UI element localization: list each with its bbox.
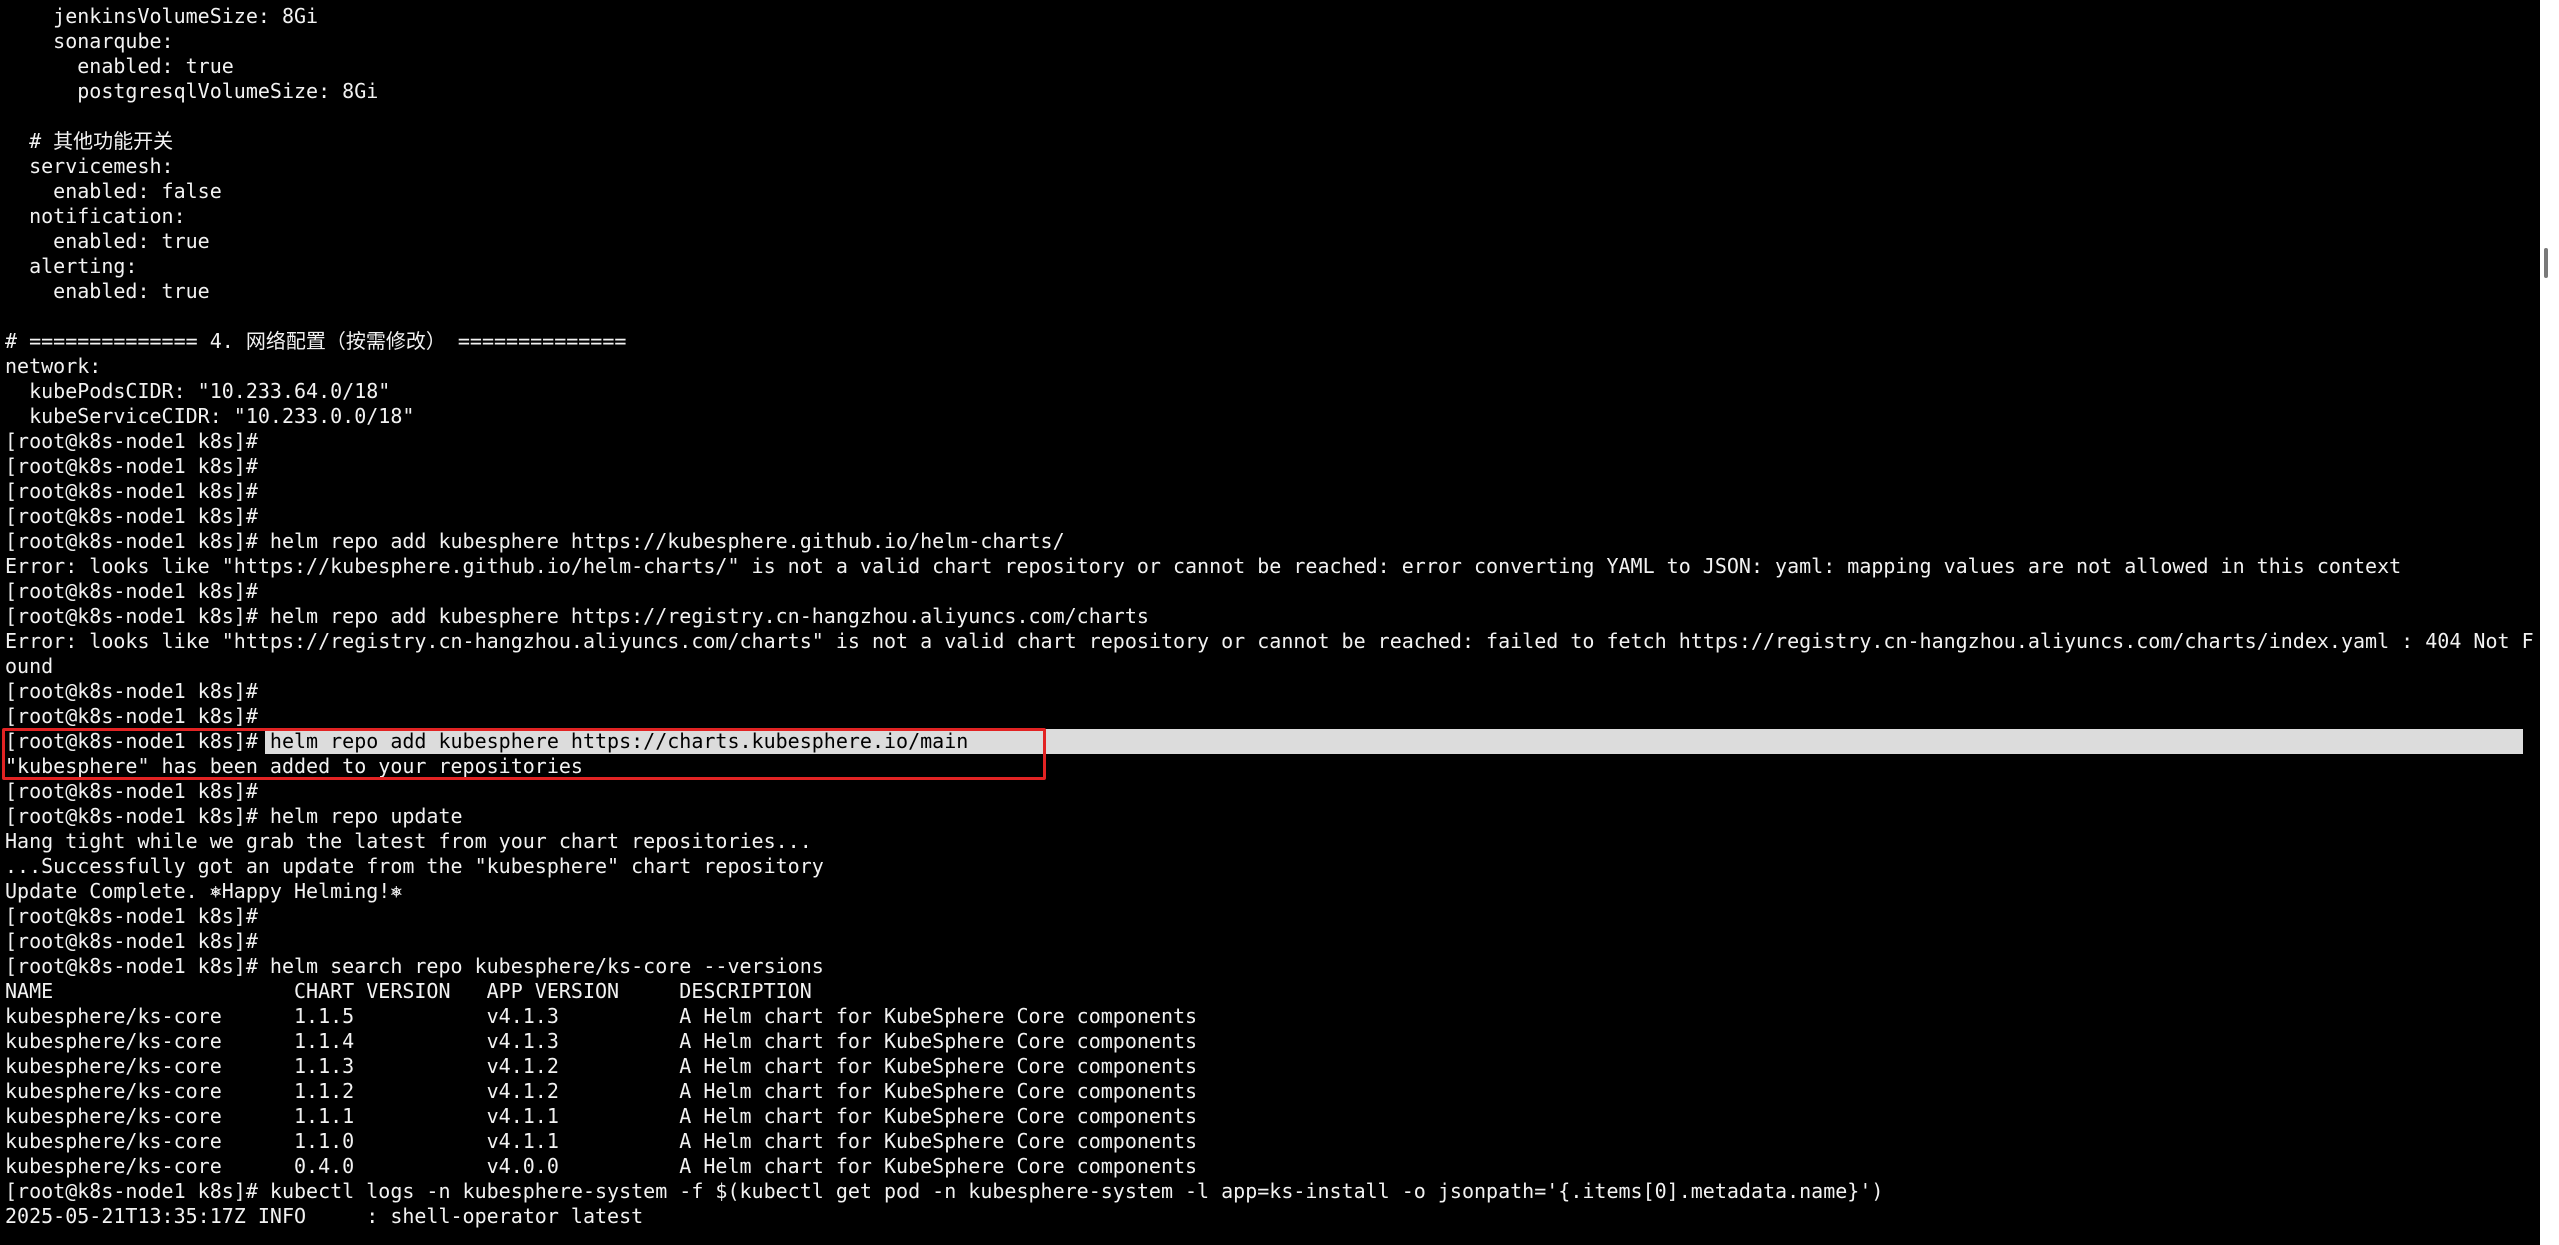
terminal-line: Hang tight while we grab the latest from… (5, 829, 812, 853)
terminal-line: postgresqlVolumeSize: 8Gi (5, 79, 379, 103)
terminal-line: enabled: false (5, 179, 222, 203)
terminal-line: # ============== 4. 网络配置（按需修改） =========… (5, 329, 627, 353)
terminal-line: [root@k8s-node1 k8s]# (5, 479, 258, 503)
terminal-line: [root@k8s-node1 k8s]# (5, 704, 258, 728)
terminal-line: [root@k8s-node1 k8s]# (5, 504, 258, 528)
terminal-line: ound (5, 654, 54, 678)
selected-command-line[interactable]: [root@k8s-node1 k8s]# helm repo add kube… (0, 729, 2523, 754)
terminal-line: [root@k8s-node1 k8s]# (5, 429, 258, 453)
terminal-line: kubesphere/ks-core 1.1.3 v4.1.2 A Helm c… (5, 1054, 1198, 1078)
selected-command-text[interactable]: helm repo add kubesphere https://charts.… (270, 729, 968, 753)
terminal-line: kubesphere/ks-core 1.1.5 v4.1.3 A Helm c… (5, 1004, 1198, 1028)
terminal-line: enabled: true (5, 279, 210, 303)
terminal-line: servicemesh: (5, 154, 174, 178)
terminal-line: [root@k8s-node1 k8s]# helm repo add kube… (5, 604, 1149, 628)
terminal-line: [root@k8s-node1 k8s]# (5, 579, 258, 603)
terminal-line: kubePodsCIDR: "10.233.64.0/18" (5, 379, 391, 403)
terminal-line: kubesphere/ks-core 1.1.2 v4.1.2 A Helm c… (5, 1079, 1198, 1103)
terminal-line: [root@k8s-node1 k8s]# (5, 779, 258, 803)
terminal-line: notification: (5, 204, 186, 228)
terminal-line: "kubesphere" has been added to your repo… (5, 754, 583, 778)
terminal-line: kubesphere/ks-core 1.1.1 v4.1.1 A Helm c… (5, 1104, 1198, 1128)
terminal-line: enabled: true (5, 54, 234, 78)
terminal-line: kubesphere/ks-core 0.4.0 v4.0.0 A Helm c… (5, 1154, 1198, 1178)
terminal-line: Update Complete. ⎈Happy Helming!⎈ (5, 879, 403, 903)
terminal-line: jenkinsVolumeSize: 8Gi (5, 4, 319, 28)
terminal-line: network: (5, 354, 102, 378)
terminal-line: Error: looks like "https://kubesphere.gi… (5, 554, 2402, 578)
vertical-scrollbar[interactable] (2540, 0, 2559, 1245)
terminal-line: [root@k8s-node1 k8s]# (5, 679, 258, 703)
terminal-line: NAME CHART VERSION APP VERSION DESCRIPTI… (5, 979, 812, 1003)
terminal-line: [root@k8s-node1 k8s]# (5, 929, 258, 953)
terminal-line: [root@k8s-node1 k8s]# helm repo update (5, 804, 463, 828)
terminal-line: enabled: true (5, 229, 210, 253)
terminal-line: alerting: (5, 254, 138, 278)
shell-prompt: [root@k8s-node1 k8s]# (5, 729, 270, 753)
terminal-line: [root@k8s-node1 k8s]# kubectl logs -n ku… (5, 1179, 1884, 1203)
terminal-line: [root@k8s-node1 k8s]# (5, 904, 258, 928)
terminal-line: [root@k8s-node1 k8s]# (5, 454, 258, 478)
terminal-line: 2025-05-21T13:35:17Z INFO : shell-operat… (5, 1204, 644, 1228)
terminal-line: [root@k8s-node1 k8s]# helm search repo k… (5, 954, 824, 978)
terminal-line: kubesphere/ks-core 1.1.4 v4.1.3 A Helm c… (5, 1029, 1198, 1053)
terminal-line: kubeServiceCIDR: "10.233.0.0/18" (5, 404, 415, 428)
terminal-line: # 其他功能开关 (5, 129, 174, 153)
scrollbar-thumb[interactable] (2544, 248, 2548, 278)
terminal-line: [root@k8s-node1 k8s]# helm repo add kube… (5, 529, 1065, 553)
terminal-output: jenkinsVolumeSize: 8Gi sonarqube: enable… (0, 4, 2534, 1229)
terminal-line: sonarqube: (5, 29, 174, 53)
terminal-line: ...Successfully got an update from the "… (5, 854, 824, 878)
terminal-line: kubesphere/ks-core 1.1.0 v4.1.1 A Helm c… (5, 1129, 1198, 1153)
terminal-line: Error: looks like "https://registry.cn-h… (5, 629, 2534, 653)
terminal-window[interactable]: jenkinsVolumeSize: 8Gi sonarqube: enable… (0, 0, 2540, 1245)
